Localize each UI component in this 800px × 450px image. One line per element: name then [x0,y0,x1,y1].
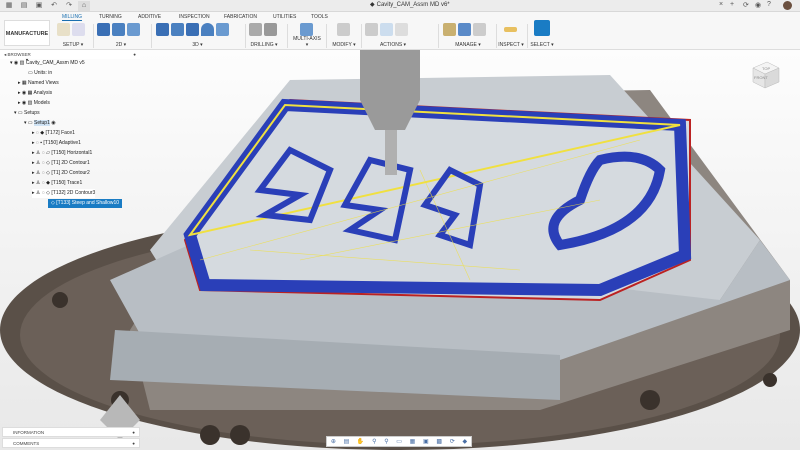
title-bar: ▦ ▤ ▣ ↶ ↷ ⌂ ◆ Cavity_CAM_Assm MD v6* × + … [0,0,800,12]
zoom-window-icon[interactable]: ⚲ [384,438,388,445]
scallop-icon [201,23,214,36]
tree-operation[interactable]: ▸ ♙ ◌ ◇ [T1] 2D Contour2 [32,169,90,178]
steep-shallow-icon [216,23,229,36]
environment-icon[interactable]: ◆ [462,438,467,445]
inspect-group[interactable]: INSPECT ▾ [498,23,524,48]
2d-adaptive-icon [97,23,110,36]
home-icon[interactable]: ⌂ [78,0,90,11]
tree-operation[interactable]: ▸ ◌ ◆ [T172] Face1 [32,129,75,138]
hand-icon[interactable]: ✋ [357,438,364,445]
tree-analysis[interactable]: ▸ ◉ ▦ Analysis [18,89,52,98]
workspace-switcher[interactable]: MANUFACTURE ▾ [4,20,50,63]
grid-icon[interactable]: ▦ [410,438,416,445]
hole-recognition-icon [264,23,277,36]
setup-sheet-icon [395,23,408,36]
effects-icon[interactable]: ▩ [436,438,442,445]
simulate-icon [365,23,378,36]
tab-additive[interactable]: ADDITIVE [138,14,161,20]
close-icon[interactable]: × [719,1,723,8]
post-process-icon [380,23,393,36]
plus-icon[interactable]: + [730,1,734,8]
orbit-icon[interactable]: ⊕ [331,438,336,445]
refresh-icon[interactable]: ⟳ [743,1,749,9]
tree-operation[interactable]: ▸ ◌ ▪ [T150] Adaptive1 [32,139,81,148]
post-library-icon [473,23,486,36]
undo-icon[interactable]: ↶ [48,1,60,11]
multi-axis-group[interactable]: MULTI-AXIS ▾ [292,23,322,48]
tree-models[interactable]: ▸ ◉ ▥ Models [18,99,50,108]
face-icon [127,23,140,36]
tree-units[interactable]: ▭ Units: in [28,69,52,78]
tool-library-icon [443,23,456,36]
drill-icon [249,23,262,36]
template-icon [458,23,471,36]
information-panel[interactable]: INFORMATION ● [2,427,140,437]
measure-icon [504,27,517,32]
3d-viewport[interactable] [0,50,800,450]
comments-panel[interactable]: COMMENTS ● [2,438,140,448]
adaptive-icon [156,23,169,36]
tab-inspection[interactable]: INSPECTION [179,14,210,20]
file-icon[interactable]: ▤ [18,1,30,11]
tab-tools[interactable]: TOOLS [311,14,328,20]
clock-icon[interactable]: ◉ [755,1,761,9]
ribbon-toolbar: MANUFACTURE ▾ MILLING TURNING ADDITIVE I… [0,12,800,63]
pan-icon[interactable]: ▤ [344,438,350,445]
avatar[interactable] [783,1,792,10]
display-icon[interactable]: ▭ [396,438,402,445]
save-icon[interactable]: ▣ [33,1,45,11]
help-icon[interactable]: ? [767,1,771,8]
tab-turning[interactable]: TURNING [99,14,122,20]
parallel-icon [186,23,199,36]
manage-group[interactable]: MANAGE ▾ [442,23,494,48]
tab-milling[interactable]: MILLING [62,14,83,21]
viewcube-front: FRONT [754,75,768,80]
cube-icon: ◆ [370,2,375,8]
viewcube-top: TOP [762,66,770,71]
multi-axis-icon [300,23,313,36]
2d-group[interactable]: 2D ▾ [96,23,146,48]
document-tab[interactable]: ◆ Cavity_CAM_Assm MD v6* [370,1,450,9]
tree-root[interactable]: ▾ ◉ ▥ Cavity_CAM_Assm MD v5 [10,59,85,68]
tree-named-views[interactable]: ▸ ▦ Named Views [18,79,59,88]
rotate-icon[interactable]: ⟳ [450,438,455,445]
setup-sheet-icon [72,23,85,36]
tree-operation[interactable]: ▸ ♙ ◌ ▱ [T150] Horizontal1 [32,149,92,158]
2d-pocket-icon [112,23,125,36]
document-title: Cavity_CAM_Assm MD v6* [376,1,450,8]
tree-operation-selected[interactable]: ◇ [T133] Steep and Shallow10 [48,199,123,208]
redo-icon[interactable]: ↷ [63,1,75,11]
tree-operation[interactable]: ▸ ♙ ◌ ◇ [T132] 2D Contour3 [32,189,96,198]
select-cursor-icon [534,20,550,36]
pin-icon[interactable]: ● [132,428,135,437]
pocket-icon [171,23,184,36]
3d-group[interactable]: 3D ▾ [155,23,240,48]
tree-operation[interactable]: ▸ ♙ ◌ ◇ [T1] 2D Contour1 [32,159,90,168]
pin-icon[interactable]: ● [132,439,135,448]
navigation-bar: ⊕ ▤ ✋ ⚲ ⚲ ▭ ▦ ▣ ▩ ⟳ ◆ [326,436,472,447]
grid-icon[interactable]: ▦ [3,1,15,11]
setup-group[interactable]: SETUP ▾ [56,23,90,48]
browser-header[interactable]: ◂ BROWSER ● [0,50,140,59]
tab-utilities[interactable]: UTILITIES [273,14,296,20]
browser-pin-icon[interactable]: ● [133,50,136,59]
modify-group[interactable]: MODIFY ▾ [330,23,358,48]
select-group[interactable]: SELECT ▾ [530,20,554,48]
viewcube[interactable]: TOP FRONT [745,58,783,92]
tree-setup1[interactable]: ▾ ▭ Setup1 ◉ [24,119,56,128]
view-icon[interactable]: ▣ [423,438,429,445]
drilling-group[interactable]: DRILLING ▾ [248,23,280,48]
tree-operation[interactable]: ▸ ♙ ◌ ◆ [T150] Trace1 [32,179,82,188]
scissors-icon [337,23,350,36]
actions-group[interactable]: ACTIONS ▾ [364,23,422,48]
tab-fabrication[interactable]: FABRICATION [224,14,257,20]
setup-folder-icon [57,23,70,36]
tree-setups[interactable]: ▾ ▭ Setups [14,109,40,118]
zoom-icon[interactable]: ⚲ [372,438,376,445]
